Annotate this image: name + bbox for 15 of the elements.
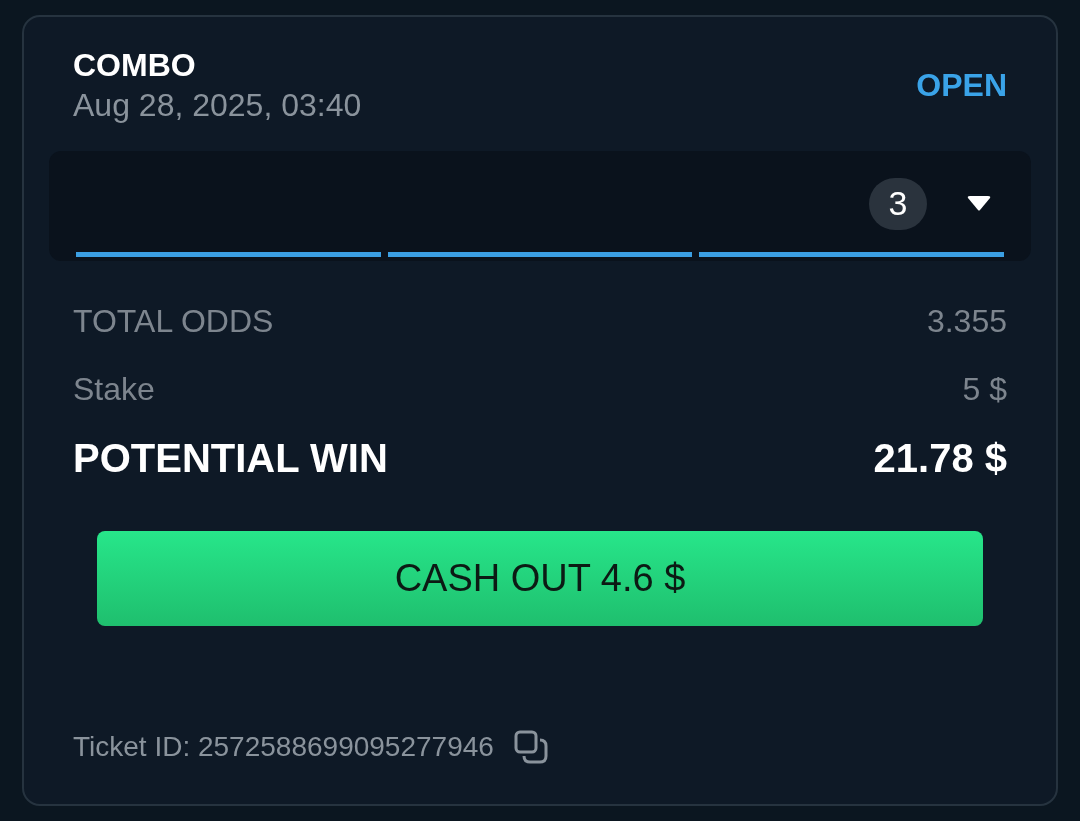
cash-out-button[interactable]: CASH OUT 4.6 $ — [97, 531, 983, 626]
row-value: 5 $ — [962, 370, 1007, 409]
caret-icon[interactable] — [967, 195, 991, 212]
ticket-id: Ticket ID: 2572588699095277946 — [73, 730, 494, 764]
row-value: 3.355 — [926, 302, 1007, 341]
row-label: POTENTIAL WIN — [73, 435, 388, 482]
row-value: 21.78 $ — [873, 435, 1007, 482]
selections-panel[interactable]: 3 — [49, 151, 1031, 261]
row-label: Stake — [73, 370, 155, 409]
status-label: OPEN — [916, 66, 1007, 105]
copy-icon[interactable] — [513, 730, 548, 764]
bet-type: COMBO — [73, 46, 197, 85]
row-label: TOTAL ODDS — [73, 302, 274, 341]
bet-date: Aug 28, 2025, 03:40 — [73, 86, 362, 125]
count-badge: 3 — [869, 177, 927, 230]
